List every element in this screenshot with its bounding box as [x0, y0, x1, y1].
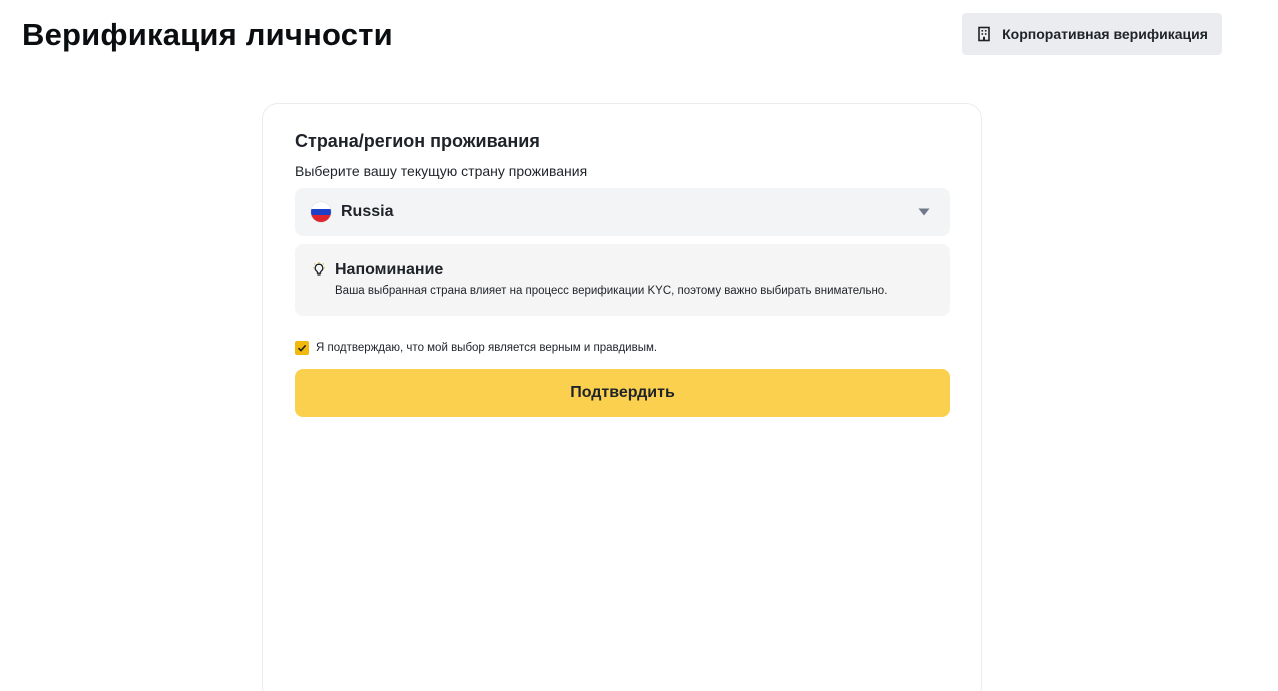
corporate-verification-label: Корпоративная верификация: [1002, 26, 1208, 42]
corporate-verification-button[interactable]: Корпоративная верификация: [962, 13, 1222, 55]
country-select[interactable]: Russia: [295, 188, 950, 236]
confirm-checkbox[interactable]: [295, 341, 309, 355]
country-select-value: Russia: [341, 203, 394, 220]
kyc-page: Верификация личности Корпоративная вериф…: [0, 0, 1278, 691]
building-icon: [976, 26, 992, 42]
checkmark-icon: [297, 344, 307, 352]
reminder-text: Ваша выбранная страна влияет на процесс …: [335, 285, 888, 297]
page-title: Верификация личности: [22, 17, 393, 52]
submit-button[interactable]: Подтвердить: [295, 369, 950, 417]
confirm-checkbox-row[interactable]: Я подтверждаю, что мой выбор является ве…: [295, 341, 657, 355]
residence-card: Страна/регион проживания Выберите вашу т…: [262, 103, 982, 691]
confirm-label: Я подтверждаю, что мой выбор является ве…: [316, 342, 658, 354]
lightbulb-icon: [312, 262, 326, 278]
section-title: Страна/регион проживания: [295, 131, 540, 151]
caret-down-icon: [918, 207, 930, 217]
reminder-title: Напоминание: [335, 261, 444, 278]
russia-flag-icon: [311, 202, 331, 222]
section-subtitle: Выберите вашу текущую страну проживания: [295, 163, 588, 179]
reminder-box: Напоминание Ваша выбранная страна влияет…: [295, 244, 950, 316]
